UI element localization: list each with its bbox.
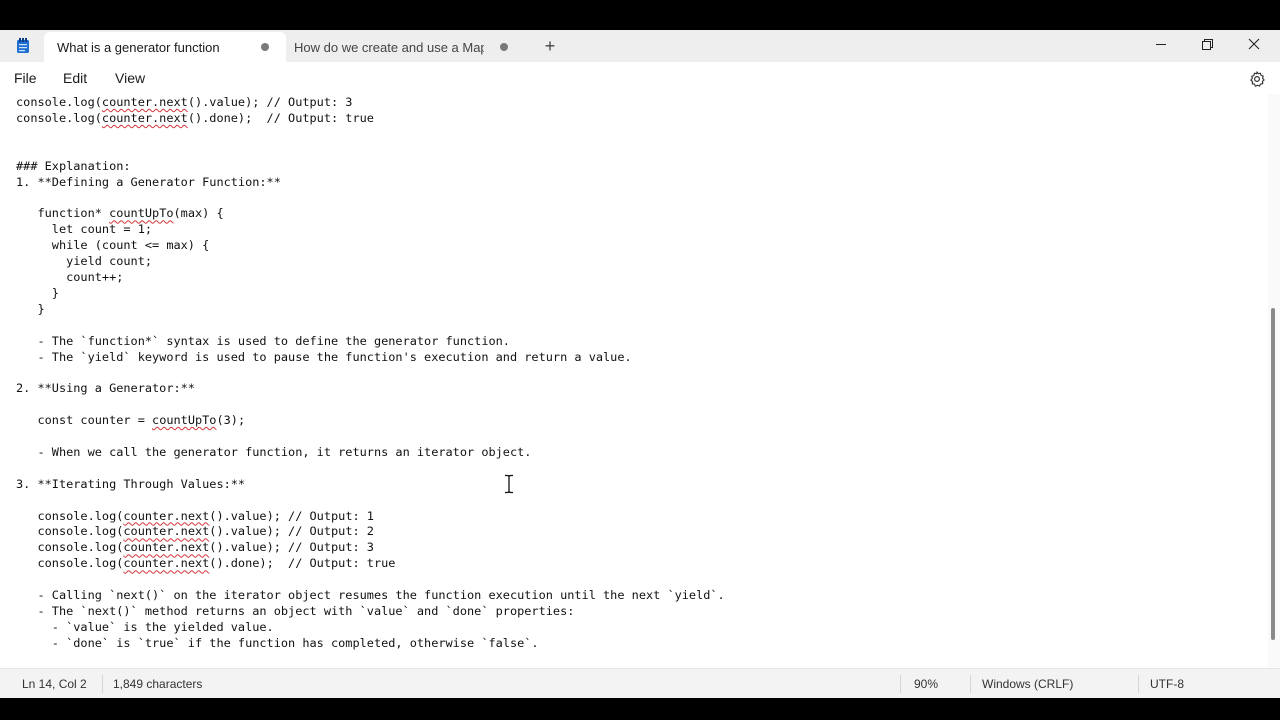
restore-icon — [1202, 39, 1213, 50]
menu-edit[interactable]: Edit — [63, 70, 87, 86]
misspelled-word[interactable]: counter.next — [123, 509, 209, 523]
status-divider — [970, 675, 971, 693]
notepad-icon — [17, 38, 29, 53]
ibeam-cursor-icon — [505, 474, 513, 494]
close-button[interactable] — [1230, 30, 1276, 60]
menu-view[interactable]: View — [115, 70, 145, 86]
tab-title: What is a generator function — [57, 40, 220, 55]
minimize-button[interactable] — [1138, 30, 1184, 60]
scrollbar-thumb[interactable] — [1271, 308, 1275, 640]
misspelled-word[interactable]: countUpTo — [109, 206, 173, 220]
tab-inactive[interactable]: How do we create and use a Map ar — [288, 32, 520, 62]
unsaved-dot-icon[interactable] — [261, 43, 269, 51]
maximize-button[interactable] — [1184, 30, 1230, 60]
misspelled-word[interactable]: counter.next — [123, 524, 209, 538]
status-bar: Ln 14, Col 2 1,849 characters 90% Window… — [0, 668, 1280, 698]
tab-title: How do we create and use a Map ar — [294, 40, 484, 55]
notepad-window: What is a generator function How do we c… — [0, 30, 1280, 698]
editor-content[interactable]: console.log(counter.next().value); // Ou… — [16, 95, 725, 652]
misspelled-word[interactable]: counter.next — [123, 540, 209, 554]
zoom-level[interactable]: 90% — [914, 677, 938, 691]
menu-file[interactable]: File — [14, 70, 37, 86]
misspelled-word[interactable]: counter.next — [102, 111, 188, 125]
vertical-scrollbar[interactable] — [1268, 94, 1280, 668]
menu-bar: File Edit View — [0, 62, 1280, 94]
misspelled-word[interactable]: counter.next — [123, 556, 209, 570]
minimize-icon — [1156, 44, 1166, 45]
unsaved-dot-icon[interactable] — [500, 43, 508, 51]
text-editor[interactable]: console.log(counter.next().value); // Ou… — [0, 94, 1268, 668]
misspelled-word[interactable]: counter.next — [102, 95, 188, 109]
title-bar: What is a generator function How do we c… — [0, 30, 1280, 62]
line-ending[interactable]: Windows (CRLF) — [982, 677, 1073, 691]
cursor-position: Ln 14, Col 2 — [22, 677, 87, 691]
status-divider — [900, 675, 901, 693]
misspelled-word[interactable]: countUpTo — [152, 413, 216, 427]
encoding[interactable]: UTF-8 — [1150, 677, 1184, 691]
status-divider — [102, 675, 103, 693]
character-count: 1,849 characters — [113, 677, 203, 691]
status-divider — [1138, 675, 1139, 693]
gear-icon[interactable] — [1248, 70, 1266, 88]
new-tab-button[interactable]: + — [540, 36, 560, 56]
close-icon — [1248, 38, 1260, 50]
tab-active[interactable]: What is a generator function — [44, 32, 286, 62]
